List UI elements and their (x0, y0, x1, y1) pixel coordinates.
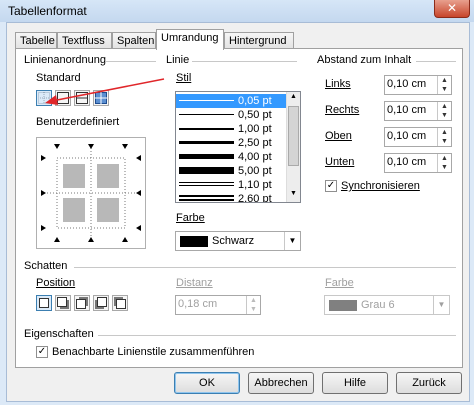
shadow-top-right-icon[interactable] (74, 295, 90, 311)
shadow-bottom-right-icon[interactable] (55, 295, 71, 311)
line-color-select[interactable]: Schwarz ▼ (175, 231, 301, 251)
distanz-spinner: ▲▼ (175, 295, 261, 315)
rechts-label: Rechts (325, 104, 360, 116)
oben-input[interactable] (387, 130, 435, 142)
unten-input[interactable] (387, 156, 435, 168)
line-style-item[interactable]: 1,10 pt (176, 178, 286, 192)
spin-up-icon[interactable]: ▲ (438, 128, 451, 137)
abbrechen-button[interactable]: Abbrechen (248, 372, 314, 394)
dialog-client: Tabelle Textfluss Spalten Umrandung Hint… (6, 22, 470, 402)
line-style-item[interactable]: 2,50 pt (176, 136, 286, 150)
line-style-item[interactable]: 5,00 pt (176, 164, 286, 178)
tab-spalten[interactable]: Spalten (112, 32, 156, 49)
distanz-label: Distanz (176, 277, 213, 289)
spin-up-icon[interactable]: ▲ (438, 154, 451, 163)
merge-checkbox[interactable]: ✓ (36, 346, 48, 358)
spin-up-icon[interactable]: ▲ (438, 76, 451, 85)
sync-label: Synchronisieren (341, 180, 420, 192)
spin-down-icon: ▼ (250, 306, 257, 313)
benutzerdefiniert-label: Benutzerdefiniert (36, 116, 120, 128)
shadow-farbe-label: Farbe (325, 277, 354, 289)
scroll-thumb[interactable] (288, 106, 299, 166)
linienanordnung-heading: Linienanordnung (24, 54, 106, 66)
line-style-scrollbar[interactable]: ▲ ▼ (286, 92, 300, 202)
zurueck-button[interactable]: Zurück (396, 372, 462, 394)
links-input[interactable] (387, 78, 435, 90)
line-color-value: Schwarz (212, 235, 255, 247)
line-style-item[interactable]: 1,00 pt (176, 122, 286, 136)
tab-tabelle[interactable]: Tabelle (15, 32, 57, 49)
position-label: Position (36, 277, 76, 289)
divider (98, 335, 456, 336)
spin-down-icon[interactable]: ▼ (438, 111, 451, 120)
annotation-arrow-icon (45, 78, 165, 105)
merge-label: Benachbarte Linienstile zusammenführen (52, 346, 255, 358)
sync-checkbox[interactable]: ✓ (325, 180, 337, 192)
scroll-up-icon[interactable]: ▲ (288, 93, 299, 104)
ok-button[interactable]: OK (174, 372, 240, 394)
spin-down-icon[interactable]: ▼ (438, 163, 451, 172)
shadow-bottom-left-icon[interactable] (93, 295, 109, 311)
shadow-color-select: Grau 6 ▼ (324, 295, 450, 315)
distanz-input (178, 298, 226, 310)
schatten-heading: Schatten (24, 260, 68, 272)
abstand-heading: Abstand zum Inhalt (317, 54, 412, 66)
eigenschaften-heading: Eigenschaften (24, 328, 94, 340)
close-button[interactable]: ✕ (434, 0, 470, 18)
unten-spinner[interactable]: ▲▼ (384, 153, 452, 173)
color-swatch (329, 300, 357, 311)
divider (106, 61, 156, 62)
tab-umrandung[interactable]: Umrandung (156, 29, 224, 50)
scroll-down-icon[interactable]: ▼ (288, 190, 299, 201)
divider (192, 61, 297, 62)
divider (74, 267, 456, 268)
stil-label: Stil (176, 72, 192, 84)
unten-label: Unten (325, 156, 355, 168)
spin-up-icon: ▲ (250, 297, 257, 304)
chevron-down-icon: ▼ (433, 296, 449, 314)
line-style-item[interactable]: 0,05 pt (176, 94, 286, 108)
oben-spinner[interactable]: ▲▼ (384, 127, 452, 147)
shadow-color-value: Grau 6 (361, 299, 395, 311)
spin-up-icon[interactable]: ▲ (438, 102, 451, 111)
window-title: Tabellenformat (8, 4, 87, 18)
line-style-item[interactable]: 0,50 pt (176, 108, 286, 122)
hilfe-button[interactable]: Hilfe (322, 372, 388, 394)
shadow-none-icon[interactable] (36, 295, 52, 311)
custom-border-preview[interactable] (36, 137, 146, 249)
links-label: Links (325, 78, 351, 90)
title-bar: Tabellenformat ✕ (0, 0, 474, 22)
rechts-input[interactable] (387, 104, 435, 116)
tab-textfluss[interactable]: Textfluss (57, 32, 112, 49)
spin-down-icon[interactable]: ▼ (438, 85, 451, 94)
tab-hintergrund[interactable]: Hintergrund (224, 32, 294, 49)
line-style-item[interactable]: 4,00 pt (176, 150, 286, 164)
farbe-label: Farbe (176, 212, 205, 224)
tab-panel-umrandung: Linienanordnung Standard Benutzerdefinie… (15, 48, 463, 368)
shadow-top-left-icon[interactable] (112, 295, 128, 311)
rechts-spinner[interactable]: ▲▼ (384, 101, 452, 121)
close-icon: ✕ (446, 1, 458, 15)
divider (416, 61, 456, 62)
oben-label: Oben (325, 130, 352, 142)
links-spinner[interactable]: ▲▼ (384, 75, 452, 95)
line-style-item[interactable]: 2,60 pt (176, 192, 286, 202)
line-style-list[interactable]: 0,05 pt 0,50 pt 1,00 pt 2,50 pt 4,00 pt … (175, 91, 301, 203)
spin-down-icon[interactable]: ▼ (438, 137, 451, 146)
chevron-down-icon[interactable]: ▼ (284, 232, 300, 250)
linie-heading: Linie (166, 54, 190, 66)
color-swatch (180, 236, 208, 247)
